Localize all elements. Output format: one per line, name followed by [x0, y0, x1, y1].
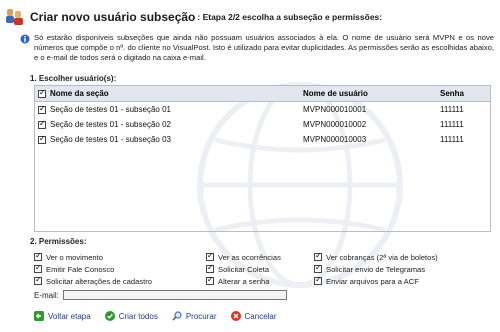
- search-button-label: Procurar: [185, 311, 217, 321]
- permission-label: Ver as ocorrências: [218, 252, 281, 262]
- check-icon: [104, 311, 115, 321]
- permissions-section-title: 2. Permissões:: [30, 237, 87, 246]
- row-section-name: Seção de testes 01 - subseção 01: [50, 105, 171, 114]
- permissions-grid: Ver o movimento Ver as ocorrências Ver c…: [34, 251, 494, 287]
- users-group-icon: [6, 9, 23, 25]
- table-row[interactable]: Seção de testes 01 - subseção 01 MVPN000…: [35, 102, 490, 117]
- magnifier-icon: [172, 311, 182, 321]
- permission-label: Alterar a senha: [218, 276, 270, 286]
- row-password: 111111: [440, 105, 464, 114]
- permission-checkbox[interactable]: [34, 275, 42, 285]
- permission-checkbox[interactable]: [206, 263, 214, 273]
- create-all-button[interactable]: Criar todos: [104, 311, 158, 321]
- email-label: E-mail:: [34, 290, 59, 300]
- back-button-label: Voltar etapa: [48, 311, 91, 321]
- page-title: Criar novo usuário subseção: [30, 10, 196, 24]
- permission-view-movement[interactable]: Ver o movimento: [34, 251, 206, 263]
- users-table: Nome da seção Nome de usuário Senha Seçã…: [34, 85, 491, 232]
- permission-request-pickup[interactable]: Solicitar Coleta: [206, 263, 314, 275]
- permission-label: Ver cobranças (2ª via de boletos): [326, 252, 438, 262]
- info-text: Só estarão disponíveis subseções que ain…: [34, 33, 494, 62]
- info-icon: [20, 34, 30, 44]
- permission-label: Enviar arquivos para a ACF: [326, 276, 419, 286]
- row-username: MVPN000010001: [303, 105, 367, 114]
- cancel-icon: [230, 311, 241, 321]
- permission-checkbox[interactable]: [206, 251, 214, 261]
- permission-send-files[interactable]: Enviar arquivos para a ACF: [314, 275, 494, 287]
- permission-label: Ver o movimento: [46, 252, 103, 262]
- action-bar: Voltar etapa Criar todos Procurar Cancel…: [34, 311, 291, 321]
- row-username: MVPN000010002: [303, 120, 367, 129]
- select-all-checkbox[interactable]: [38, 88, 46, 98]
- email-row: E-mail:: [34, 290, 287, 300]
- row-password: 111111: [440, 135, 464, 144]
- column-header-user[interactable]: Nome de usuário: [303, 89, 440, 98]
- cancel-button-label: Cancelar: [244, 311, 277, 321]
- row-password: 111111: [440, 120, 464, 129]
- permission-checkbox[interactable]: [206, 275, 214, 285]
- column-header-name[interactable]: Nome da seção: [49, 89, 303, 98]
- permission-label: Solicitar Coleta: [218, 264, 270, 274]
- permission-checkbox[interactable]: [34, 263, 42, 273]
- row-checkbox[interactable]: [38, 104, 46, 114]
- permission-checkbox[interactable]: [34, 251, 42, 261]
- permission-contact[interactable]: Emitir Fale Conosco: [34, 263, 206, 275]
- back-button[interactable]: Voltar etapa: [34, 311, 91, 321]
- table-row[interactable]: Seção de testes 01 - subseção 02 MVPN000…: [35, 117, 490, 132]
- table-row[interactable]: Seção de testes 01 - subseção 03 MVPN000…: [35, 132, 490, 147]
- row-section-name: Seção de testes 01 - subseção 02: [50, 120, 171, 129]
- email-input[interactable]: [62, 290, 287, 300]
- info-box: Só estarão disponíveis subseções que ain…: [20, 33, 494, 63]
- page-header: Criar novo usuário subseção : Etapa 2/2 …: [6, 6, 496, 28]
- column-header-password[interactable]: Senha: [440, 89, 490, 98]
- permission-label: Solicitar alterações de cadastro: [46, 276, 152, 286]
- permission-label: Emitir Fale Conosco: [46, 264, 115, 274]
- permission-checkbox[interactable]: [314, 275, 322, 285]
- users-section-title: 1. Escolher usuário(s):: [30, 74, 117, 83]
- back-arrow-icon: [34, 311, 44, 321]
- search-button[interactable]: Procurar: [172, 311, 217, 321]
- permission-checkbox[interactable]: [314, 251, 322, 261]
- permission-checkbox[interactable]: [314, 263, 322, 273]
- create-all-button-label: Criar todos: [118, 311, 158, 321]
- row-section-name: Seção de testes 01 - subseção 03: [50, 135, 171, 144]
- users-table-header: Nome da seção Nome de usuário Senha: [35, 86, 490, 102]
- permission-view-billing[interactable]: Ver cobranças (2ª via de boletos): [314, 251, 494, 263]
- cancel-button[interactable]: Cancelar: [230, 311, 277, 321]
- permission-registration-changes[interactable]: Solicitar alterações de cadastro: [34, 275, 206, 287]
- row-checkbox[interactable]: [38, 119, 46, 129]
- page-subtitle: : Etapa 2/2 escolha a subseção e permiss…: [197, 12, 383, 22]
- row-checkbox[interactable]: [38, 134, 46, 144]
- permission-change-password[interactable]: Alterar a senha: [206, 275, 314, 287]
- permission-telegrams[interactable]: Solicitar envio de Telegramas: [314, 263, 494, 275]
- row-username: MVPN000010003: [303, 135, 367, 144]
- permission-view-occurrences[interactable]: Ver as ocorrências: [206, 251, 314, 263]
- permission-label: Solicitar envio de Telegramas: [326, 264, 426, 274]
